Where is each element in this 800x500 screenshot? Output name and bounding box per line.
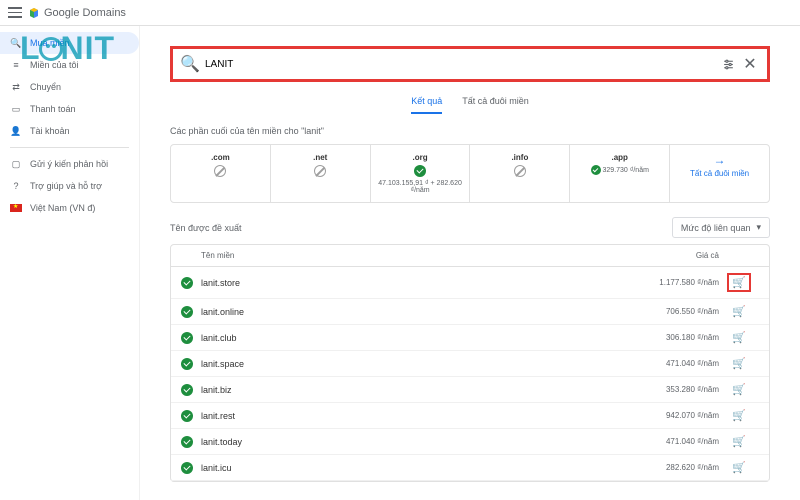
feedback-icon: ▢	[10, 158, 22, 170]
domain-price: 353.280 ₫/năm	[629, 385, 719, 394]
domain-price: 706.550 ₫/năm	[629, 307, 719, 316]
logo: Google Domains	[28, 7, 126, 19]
domain-price: 471.040 ₫/năm	[629, 359, 719, 368]
sidebar-item-account[interactable]: 👤 Tài khoản	[0, 120, 139, 142]
domain-name: lanit.club	[201, 333, 629, 343]
check-icon	[181, 462, 193, 474]
flag-icon	[10, 202, 22, 214]
cart-icon[interactable]: 🛒	[732, 436, 746, 448]
domain-name: lanit.store	[201, 278, 629, 288]
search-highlight-box: 🔍 ✕	[170, 46, 770, 82]
sidebar-item-label: Gửi ý kiến phản hồi	[30, 159, 108, 169]
sidebar-item-label: Trợ giúp và hỗ trợ	[30, 181, 102, 191]
unavailable-icon	[214, 165, 226, 177]
table-row[interactable]: lanit.today471.040 ₫/năm 🛒	[171, 429, 769, 455]
domain-name: lanit.space	[201, 359, 629, 369]
sidebar-item-label: Mua miền	[30, 38, 70, 48]
domain-price: 1.177.580 ₫/năm	[629, 278, 719, 287]
tab-all-endings[interactable]: Tất cả đuôi miền	[462, 90, 529, 114]
search-icon: 🔍	[10, 37, 22, 49]
check-icon	[181, 277, 193, 289]
sidebar-item-label: Tài khoản	[30, 126, 70, 136]
check-icon	[181, 410, 193, 422]
search-input[interactable]	[205, 59, 713, 70]
sidebar: 🔍 Mua miền ≡ Miền của tôi ⇄ Chuyển ▭ Thanh t…	[0, 26, 140, 500]
domain-price: 942.070 ₫/năm	[629, 411, 719, 420]
google-domains-icon	[28, 7, 40, 19]
domain-name: lanit.online	[201, 307, 629, 317]
sidebar-item-label: Thanh toán	[30, 104, 76, 114]
filter-icon[interactable]	[721, 57, 735, 71]
sidebar-item-transfer[interactable]: ⇄ Chuyển	[0, 76, 139, 98]
table-row[interactable]: lanit.store1.177.580 ₫/năm 🛒	[171, 267, 769, 299]
card-icon: ▭	[10, 103, 22, 115]
check-icon	[181, 436, 193, 448]
domain-price: 306.180 ₫/năm	[629, 333, 719, 342]
suggestions-title: Tên được đề xuất	[170, 223, 241, 233]
cart-icon[interactable]: 🛒	[732, 462, 746, 474]
cart-icon[interactable]: 🛒	[732, 332, 746, 344]
cart-icon[interactable]: 🛒	[732, 410, 746, 422]
brand-text: Google Domains	[44, 7, 126, 19]
sidebar-item-feedback[interactable]: ▢ Gửi ý kiến phản hồi	[0, 153, 139, 175]
sort-dropdown[interactable]: Mức độ liên quan▾	[672, 217, 770, 238]
check-icon	[181, 332, 193, 344]
tld-section-title: Các phần cuối của tên miền cho "lanit"	[170, 126, 770, 136]
cart-icon[interactable]: 🛒	[732, 306, 746, 318]
sidebar-item-label: Chuyển	[30, 82, 61, 92]
chevron-down-icon: ▾	[756, 222, 761, 233]
domain-price: 282.620 ₫/năm	[629, 463, 719, 472]
check-icon	[414, 165, 426, 177]
domain-name: lanit.rest	[201, 411, 629, 421]
table-row[interactable]: lanit.club306.180 ₫/năm 🛒	[171, 325, 769, 351]
tld-all-link[interactable]: →Tất cả đuôi miền	[670, 145, 769, 202]
suggestions-table: Tên miềnGiá cả lanit.store1.177.580 ₫/nă…	[170, 244, 770, 482]
tld-org[interactable]: .org47.103.155,91 ₫ + 282.620 ₫/năm	[371, 145, 471, 202]
sidebar-item-billing[interactable]: ▭ Thanh toán	[0, 98, 139, 120]
transfer-icon: ⇄	[10, 81, 22, 93]
list-icon: ≡	[10, 59, 22, 71]
check-icon	[181, 384, 193, 396]
tld-row: .com .net .org47.103.155,91 ₫ + 282.620 …	[170, 144, 770, 203]
domain-name: lanit.today	[201, 437, 629, 447]
help-icon: ?	[10, 180, 22, 192]
sidebar-item-mydomains[interactable]: ≡ Miền của tôi	[0, 54, 139, 76]
tld-info[interactable]: .info	[470, 145, 570, 202]
table-row[interactable]: lanit.online706.550 ₫/năm 🛒	[171, 299, 769, 325]
domain-name: lanit.biz	[201, 385, 629, 395]
hamburger-menu-icon[interactable]	[8, 6, 22, 20]
cart-icon[interactable]: 🛒	[732, 358, 746, 370]
cart-icon[interactable]: 🛒	[732, 384, 746, 396]
sidebar-item-locale[interactable]: Việt Nam (VN đ)	[0, 197, 139, 219]
tld-net[interactable]: .net	[271, 145, 371, 202]
search-icon: 🔍	[183, 57, 197, 71]
col-price: Giá cả	[629, 251, 719, 260]
tab-results[interactable]: Kết quả	[411, 90, 442, 114]
table-row[interactable]: lanit.rest942.070 ₫/năm 🛒	[171, 403, 769, 429]
clear-icon[interactable]: ✕	[743, 57, 757, 71]
check-icon	[181, 306, 193, 318]
unavailable-icon	[314, 165, 326, 177]
user-icon: 👤	[10, 125, 22, 137]
tld-app[interactable]: .app329.730 ₫/năm	[570, 145, 670, 202]
table-row[interactable]: lanit.biz353.280 ₫/năm 🛒	[171, 377, 769, 403]
sidebar-item-label: Miền của tôi	[30, 60, 79, 70]
check-icon	[181, 358, 193, 370]
table-row[interactable]: lanit.icu282.620 ₫/năm 🛒	[171, 455, 769, 481]
cart-icon[interactable]: 🛒	[732, 277, 746, 289]
arrow-right-icon: →	[674, 153, 765, 167]
sidebar-item-label: Việt Nam (VN đ)	[30, 203, 95, 213]
check-icon	[591, 165, 601, 175]
domain-price: 471.040 ₫/năm	[629, 437, 719, 446]
sidebar-item-buy[interactable]: 🔍 Mua miền	[0, 32, 139, 54]
unavailable-icon	[514, 165, 526, 177]
table-row[interactable]: lanit.space471.040 ₫/năm 🛒	[171, 351, 769, 377]
sidebar-item-help[interactable]: ? Trợ giúp và hỗ trợ	[0, 175, 139, 197]
domain-name: lanit.icu	[201, 463, 629, 473]
col-name: Tên miền	[181, 251, 629, 260]
tld-com[interactable]: .com	[171, 145, 271, 202]
